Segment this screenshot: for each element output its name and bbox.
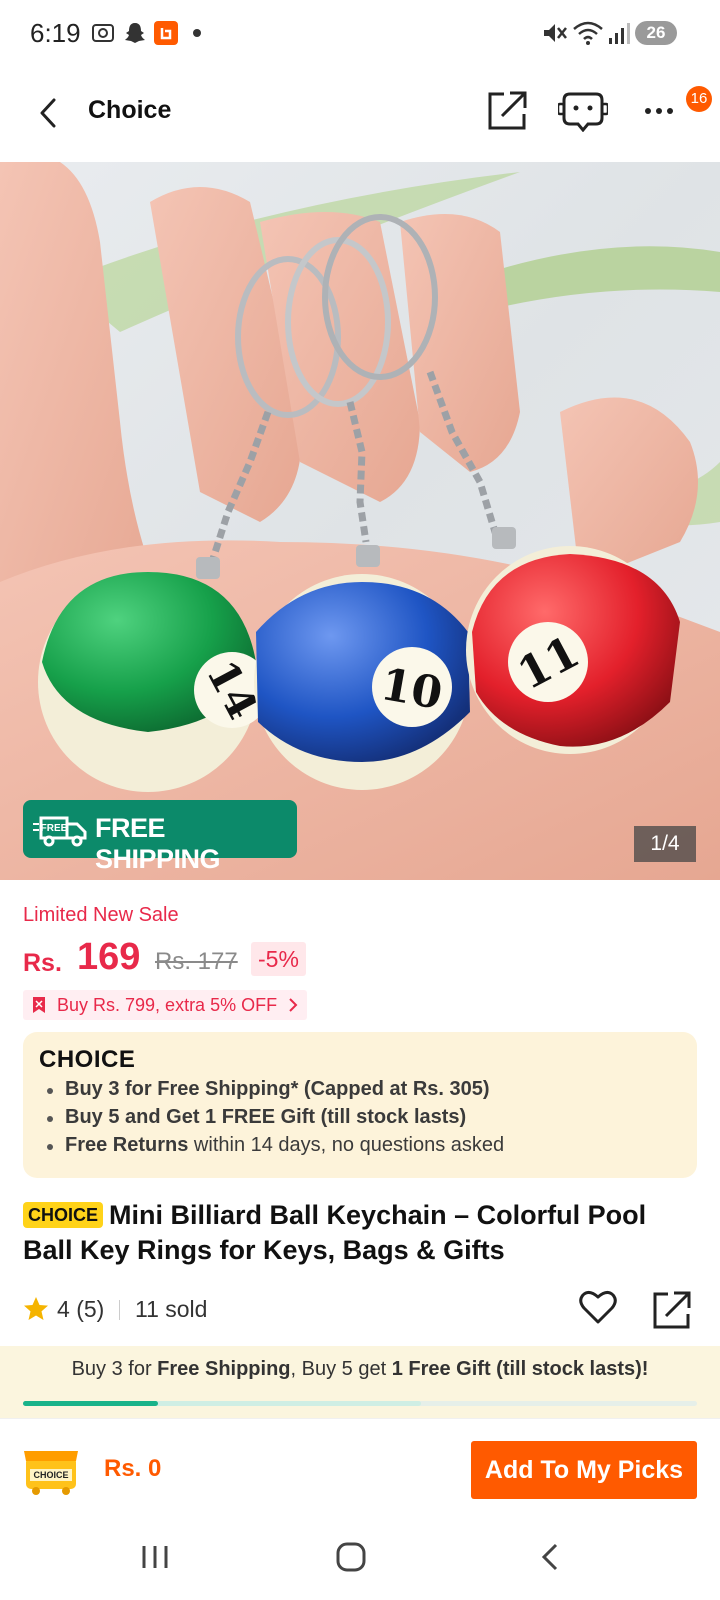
app-notification-icon [154,21,178,45]
bottom-action-bar: CHOICE Rs. 0 Add To My Picks [0,1418,720,1518]
choice-logo: CHOICE [39,1046,136,1073]
benefit-text: within 14 days, no questions asked [188,1134,505,1156]
add-to-my-picks-button[interactable]: Add To My Picks [471,1441,697,1499]
heart-icon[interactable] [578,1288,618,1326]
benefit-text: Buy 5 and Get 1 FREE Gift (till stock la… [65,1106,467,1128]
free-shipping-banner: FREE FREE SHIPPING [23,800,297,874]
screenshot-icon [92,24,114,42]
signal-icon [609,23,630,44]
chevron-right-icon [289,998,298,1012]
app-header: Choice 16 [0,66,720,162]
discount-badge: -5% [251,942,306,976]
more-icon[interactable] [644,106,674,116]
product-image-gallery[interactable]: 14 10 11 FREE FREE SHIPPING 1/4 [0,162,720,880]
benefit-item: Buy 3 for Free Shipping* (Capped at Rs. … [47,1078,504,1106]
recent-apps-icon[interactable] [138,1540,172,1574]
page-title: Choice [88,96,172,124]
coupon-text: Buy Rs. 799, extra 5% OFF [57,995,278,1015]
promo-progress-bar [23,1401,697,1406]
status-time: 6:19 [30,18,81,48]
promo-part: Buy 3 for [71,1358,158,1380]
free-badge-text: FREE [41,823,68,834]
sale-label: Limited New Sale [23,904,179,926]
share-icon[interactable] [486,88,530,132]
promo-text: Buy 3 for Free Shipping, Buy 5 get 1 Fre… [0,1358,720,1381]
price-currency: Rs. [23,949,62,977]
choice-picks-box-icon[interactable]: CHOICE [22,1443,80,1497]
choice-benefits-list: Buy 3 for Free Shipping* (Capped at Rs. … [47,1078,504,1162]
coupon-banner[interactable]: Buy Rs. 799, extra 5% OFF [23,990,308,1020]
review-count: (5) [76,1296,105,1322]
rating-score: 4 [57,1296,70,1322]
benefit-item: Free Returns within 14 days, no question… [47,1134,504,1162]
star-icon [24,1297,48,1320]
promo-part-bold: 1 Free Gift (till stock lasts)! [391,1358,649,1380]
ball-number-10: 10 [377,659,446,720]
coupon-icon [33,997,45,1013]
image-counter: 1/4 [634,826,696,862]
benefit-text: Buy 3 for Free Shipping* (Capped at Rs. … [65,1078,490,1100]
product-title-text: Mini Billiard Ball Keychain – Colorful P… [23,1200,647,1265]
free-shipping-label: FREE SHIPPING [95,813,221,874]
back-icon[interactable] [534,1540,568,1574]
wifi-icon [573,21,603,45]
dot-icon [193,29,201,37]
rating-value: 4 (5) [57,1296,104,1323]
current-price: 169 [77,936,141,978]
choice-tag: CHOICE [23,1202,104,1228]
snapchat-icon [125,23,145,43]
status-bar: 6:19 26 [0,0,720,66]
benefit-item: Buy 5 and Get 1 FREE Gift (till stock la… [47,1106,504,1134]
picks-total: Rs. 0 [104,1455,162,1482]
home-icon[interactable] [334,1540,368,1574]
product-photo: 14 10 11 [0,162,720,880]
original-price: Rs. 177 [155,948,238,975]
back-arrow-icon[interactable] [30,90,70,136]
product-page: 6:19 26 Choice 16 14 10 11 FREE FREE SHI… [0,0,720,1600]
picks-icon-text: CHOICE [33,1470,68,1480]
battery-icon: 26 [635,21,677,45]
promo-banner: Buy 3 for Free Shipping, Buy 5 get 1 Fre… [0,1346,720,1418]
sold-count: 11 sold [135,1296,208,1322]
support-robot-icon[interactable] [558,88,608,132]
delivery-truck-icon: FREE [33,816,87,847]
system-nav-bar [0,1518,720,1600]
progress-fill [23,1401,158,1406]
choice-benefits-box: CHOICE Buy 3 for Free Shipping* (Capped … [23,1032,697,1178]
divider [119,1300,120,1320]
benefit-text-bold: Free Returns [65,1134,189,1156]
product-title: CHOICE Mini Billiard Ball Keychain – Colo… [23,1198,703,1268]
share-icon[interactable] [652,1290,692,1330]
mute-icon [544,24,567,42]
promo-part: , Buy 5 get [290,1358,392,1380]
cart-badge: 16 [686,86,712,112]
promo-part-bold: Free Shipping [157,1358,291,1380]
